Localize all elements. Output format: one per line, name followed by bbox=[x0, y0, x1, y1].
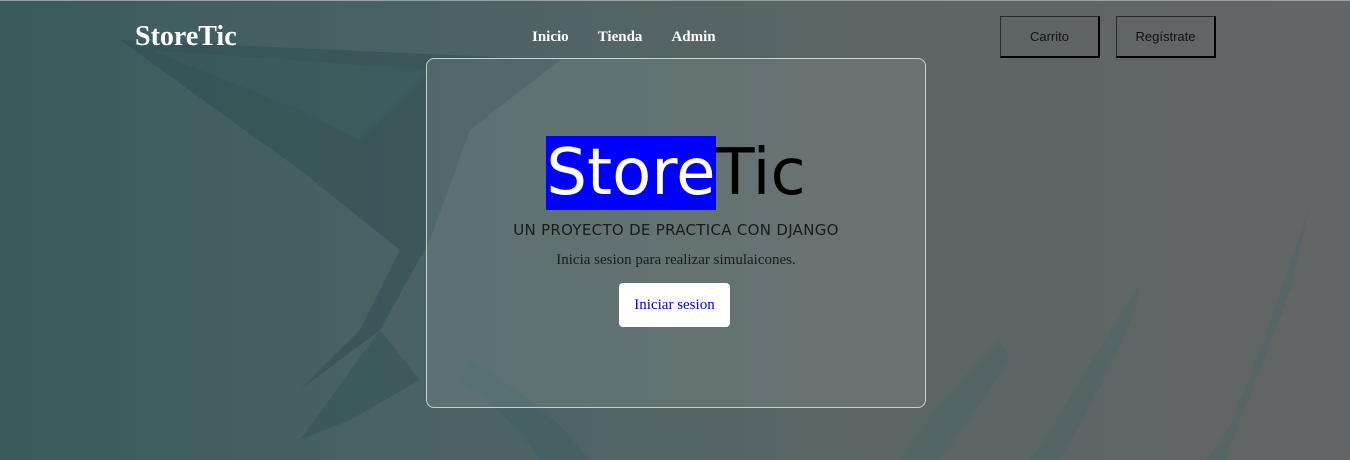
register-button[interactable]: Regístrate bbox=[1116, 16, 1216, 58]
top-border-line bbox=[0, 0, 1350, 1]
hero-title-rest: Tic bbox=[715, 136, 806, 210]
nav-item-inicio[interactable]: Inicio bbox=[532, 26, 569, 48]
main-nav: Inicio Tienda Admin bbox=[532, 26, 745, 48]
cart-button[interactable]: Carrito bbox=[1000, 16, 1100, 58]
hero-card: StoreTic UN PROYECTO DE PRACTICA CON DJA… bbox=[426, 58, 926, 408]
hero-lead-text: Inicia sesion para realizar simulaicones… bbox=[556, 252, 796, 268]
login-button[interactable]: Iniciar sesion bbox=[619, 283, 730, 327]
brand-logo[interactable]: StoreTic bbox=[135, 19, 237, 55]
hero-title-highlight: Store bbox=[546, 136, 716, 210]
nav-item-admin[interactable]: Admin bbox=[671, 26, 715, 48]
nav-item-tienda[interactable]: Tienda bbox=[598, 26, 643, 48]
hero-subtitle: UN PROYECTO DE PRACTICA CON DJANGO bbox=[513, 221, 839, 239]
hero-title: StoreTic bbox=[427, 136, 925, 210]
